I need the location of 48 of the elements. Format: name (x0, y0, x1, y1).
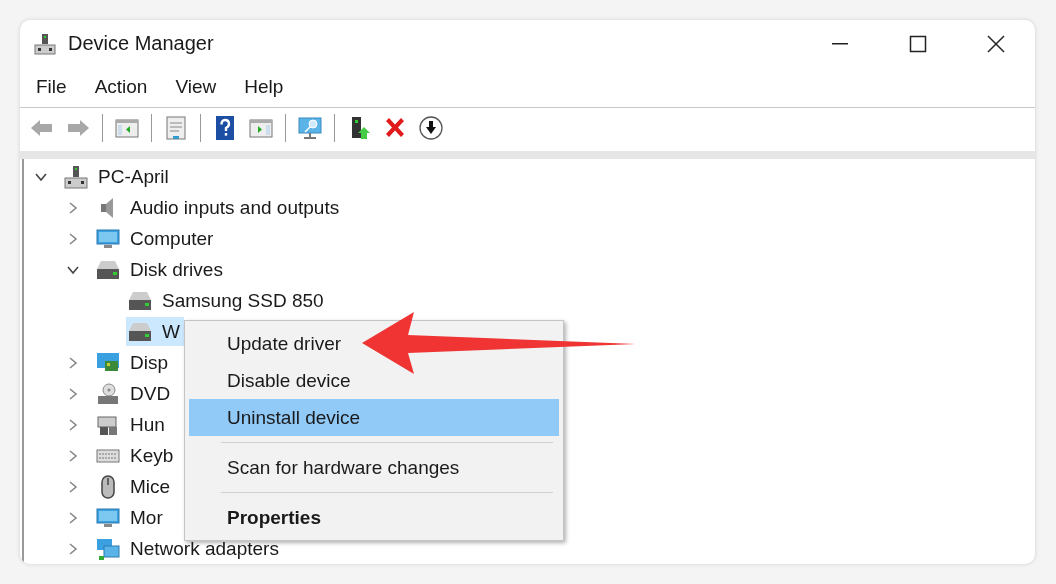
tree-item[interactable]: Network adapters (94, 534, 283, 563)
tree-item-label: Audio inputs and outputs (130, 196, 340, 219)
tree-item-label: Hun (130, 413, 165, 436)
tree-item-label: PC-April (98, 165, 169, 188)
minimize-icon (832, 42, 848, 45)
tree-item-label: Disk drives (130, 258, 223, 281)
tree-item[interactable]: Disk drives (94, 255, 227, 284)
tree-item[interactable]: Mice (94, 472, 175, 501)
context-menu-item[interactable]: Update driver (189, 325, 559, 362)
window-title: Device Manager (68, 32, 214, 56)
menu-item[interactable]: Help (244, 76, 284, 98)
tree-item[interactable]: Disp (94, 348, 172, 377)
document-icon (163, 115, 189, 142)
maximize-icon (908, 33, 928, 54)
close-icon (986, 33, 1006, 54)
tree-item[interactable]: Mor (94, 503, 167, 532)
tree-item[interactable]: DVD (94, 379, 175, 408)
context-menu-item[interactable]: Properties (189, 499, 559, 536)
tree-item-label: Network adapters (130, 537, 279, 560)
tree-item[interactable]: Audio inputs and outputs (94, 193, 344, 222)
tree-item-label: Keyb (130, 444, 174, 467)
tree-item[interactable]: W (126, 317, 184, 346)
menu-item[interactable]: Action (94, 76, 148, 98)
pc-icon (34, 32, 56, 55)
tree-item-label: Computer (130, 227, 214, 250)
tree-item-label: Mor (130, 506, 163, 529)
down-arrow-circle-icon (418, 115, 444, 142)
network-icon (96, 536, 120, 561)
tree-item[interactable]: Computer (94, 224, 218, 253)
menu-item[interactable]: View (175, 76, 217, 98)
disc-drive-icon (96, 381, 120, 406)
tree-item-label: Mice (130, 475, 171, 498)
tree-item-label: Samsung SSD 850 (162, 289, 324, 312)
tree-item[interactable]: Samsung SSD 850 (126, 286, 328, 315)
monitor-icon (96, 505, 120, 530)
monitor-icon (96, 226, 120, 251)
monitor-magnifier-icon (297, 115, 323, 142)
tree-item-label: Disp (130, 351, 168, 374)
tree-item[interactable]: Hun (94, 410, 169, 439)
tree-item-label: DVD (130, 382, 171, 405)
pc-icon (64, 164, 88, 189)
context-menu-item[interactable]: Uninstall device (189, 399, 559, 436)
tree-item[interactable]: PC-April (62, 162, 173, 191)
context-menu-item[interactable]: Disable device (189, 362, 559, 399)
tree-item[interactable]: Keyb (94, 441, 178, 470)
tree-item-label: W (162, 320, 180, 343)
menu-item[interactable]: File (36, 76, 67, 98)
context-menu-item[interactable]: Scan for hardware changes (189, 449, 559, 486)
